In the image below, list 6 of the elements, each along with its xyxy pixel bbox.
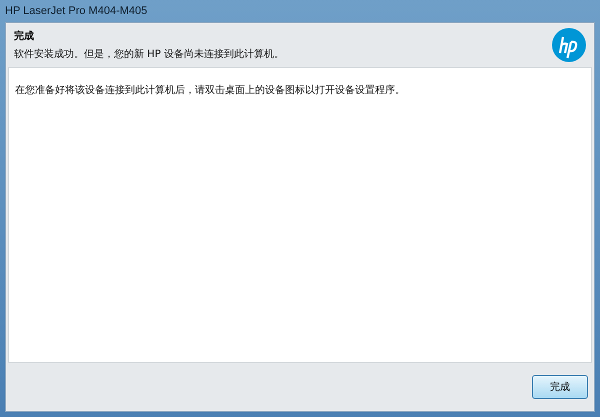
- window-title: HP LaserJet Pro M404-M405: [5, 5, 148, 17]
- message-text: 在您准备好将该设备连接到此计算机后，请双击桌面上的设备图标以打开设备设置程序。: [15, 85, 405, 96]
- header-title: 完成: [14, 29, 35, 43]
- header-subtitle: 软件安装成功。但是，您的新 HP 设备尚未连接到此计算机。: [14, 48, 284, 61]
- logo-icon: [552, 28, 586, 62]
- finish-button[interactable]: 完成: [532, 375, 588, 399]
